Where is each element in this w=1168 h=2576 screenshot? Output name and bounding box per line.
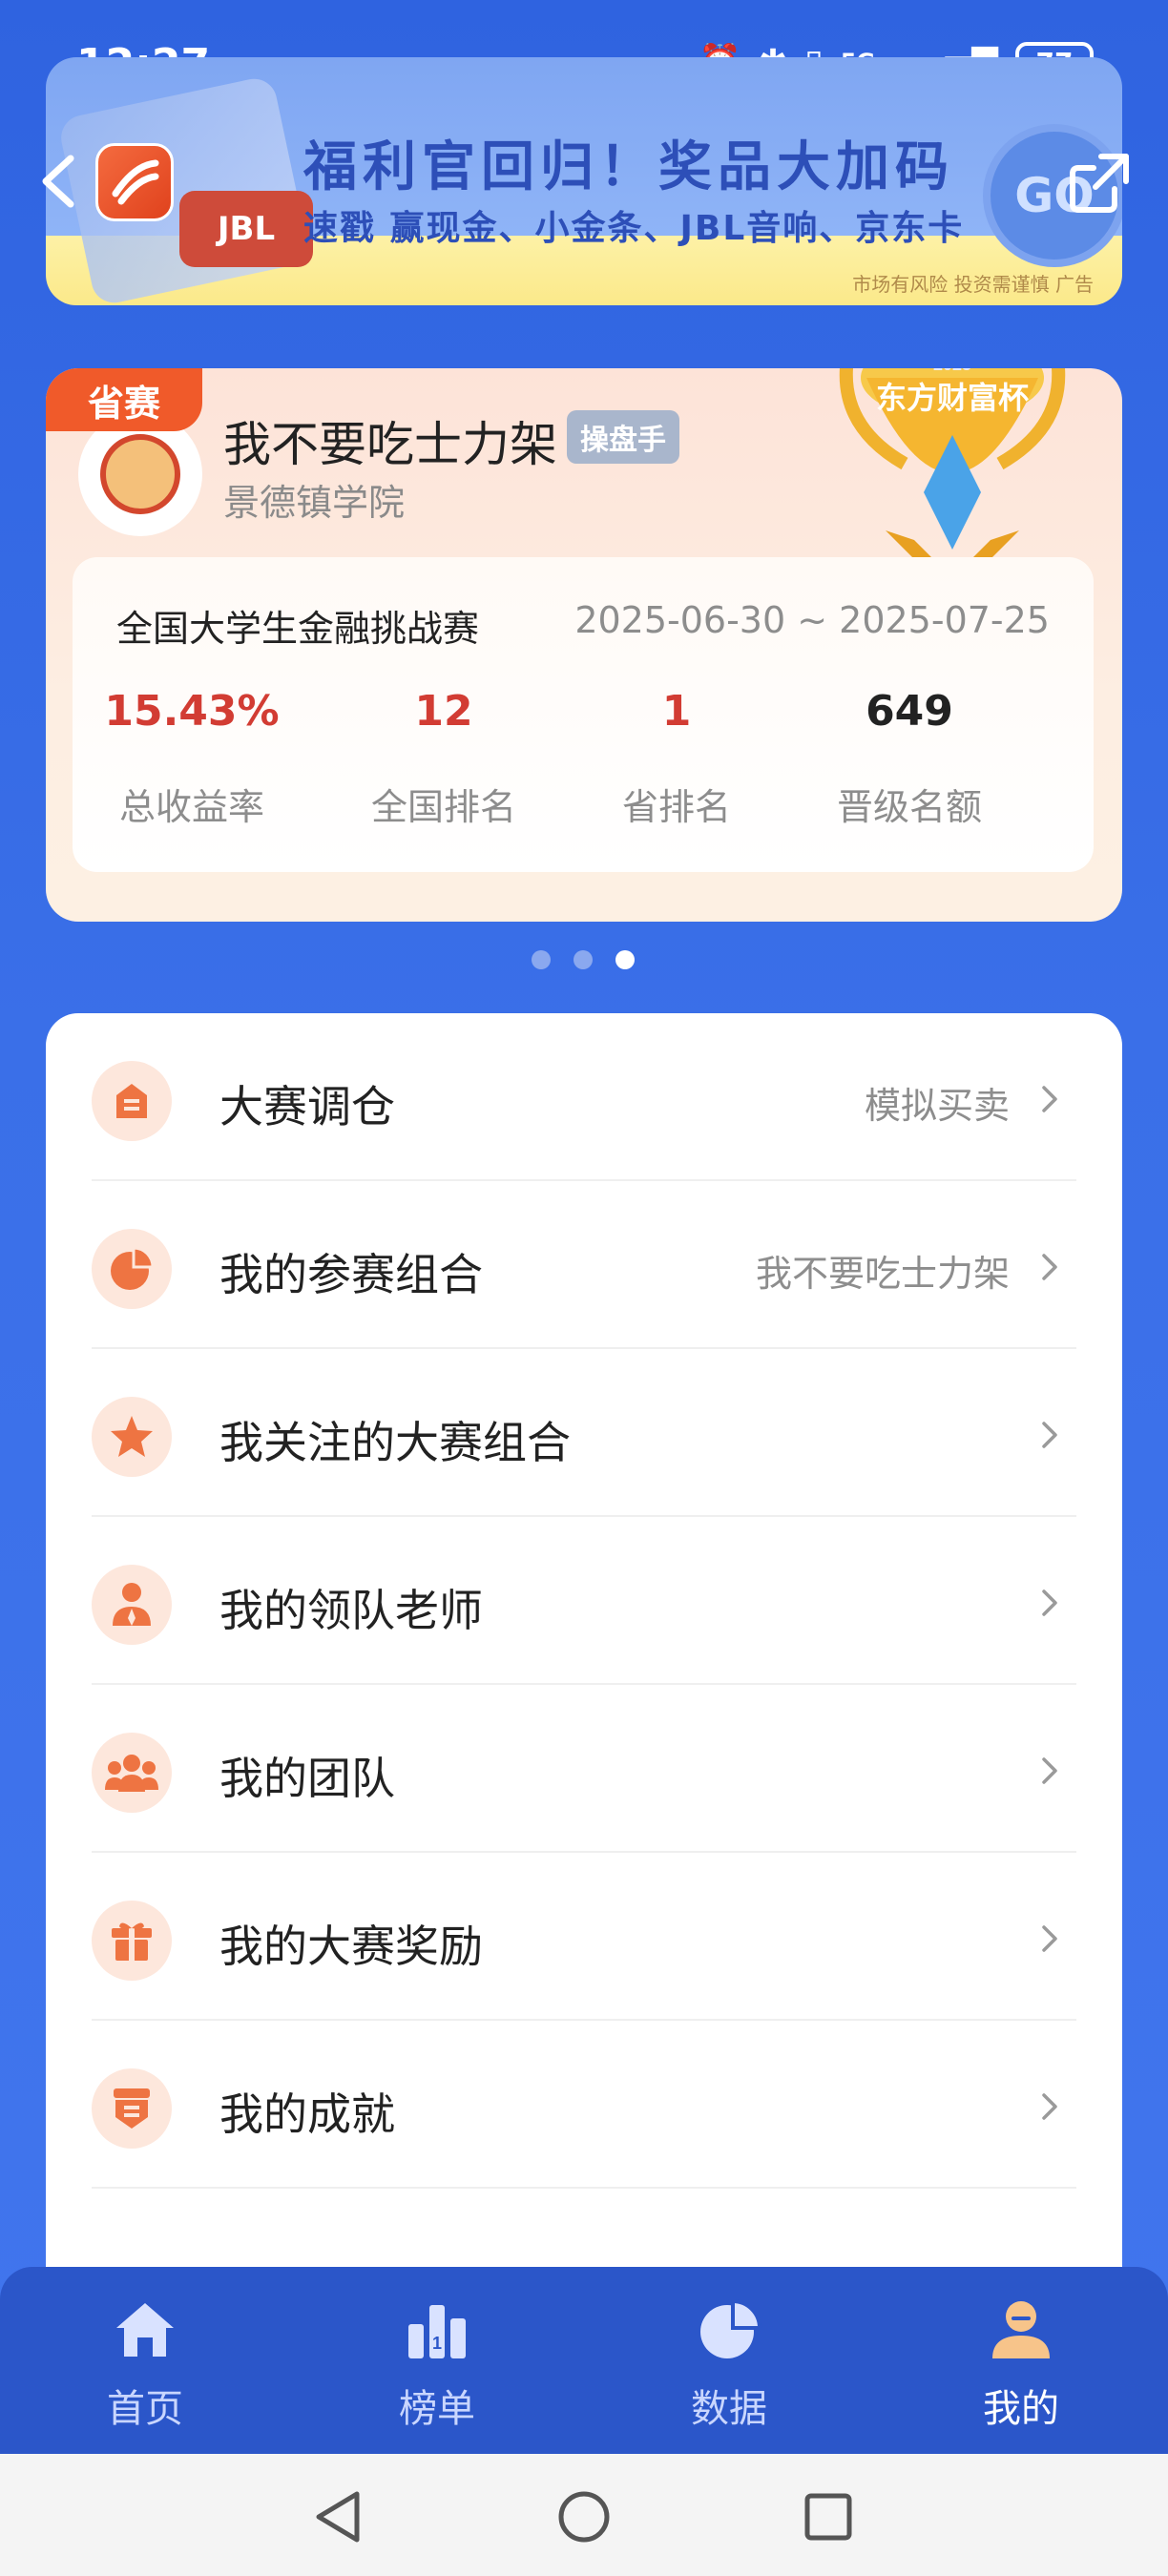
ranking-icon: 1 <box>408 2305 466 2358</box>
menu-label: 我的大赛奖励 <box>219 1921 483 1972</box>
menu-item-rewards[interactable]: 我的大赛奖励 <box>92 1853 1076 2021</box>
stat-national-rank: 12 全国排名 <box>324 687 563 830</box>
profile-icon <box>992 2301 1050 2358</box>
menu-list: 大赛调仓 模拟买卖 我的参赛组合 我不要吃士力架 我关注的大赛组合 我的领队老师… <box>46 1013 1122 2349</box>
data-icon <box>700 2298 762 2358</box>
carousel-dot-active[interactable] <box>615 950 635 969</box>
menu-label: 我的参赛组合 <box>219 1249 483 1300</box>
menu-item-team[interactable]: 我的团队 <box>92 1685 1076 1853</box>
trophy-text: 东方财富杯 <box>876 380 1029 416</box>
tab-ranking[interactable]: 1 榜单 <box>342 2296 532 2433</box>
competition-summary: 全国大学生金融挑战赛 2025-06-30 ~ 2025-07-25 15.43… <box>73 557 1094 872</box>
stat-label: 省排名 <box>621 786 731 828</box>
ad-banner[interactable]: JBL 福利官回归！奖品大加码 速戳 赢现金、小金条、JBL音响、京东卡 GO … <box>46 57 1122 305</box>
ad-brand-badge: JBL <box>179 191 313 267</box>
tab-label: 我的 <box>983 2387 1059 2431</box>
chevron-right-icon <box>1042 1422 1057 1448</box>
competition-title: 全国大学生金融挑战赛 <box>116 608 480 650</box>
stat-label: 全国排名 <box>370 786 516 828</box>
team-icon <box>92 1733 172 1813</box>
school-name: 景德镇学院 <box>223 482 406 524</box>
avatar-image <box>100 434 180 514</box>
home-circle-icon[interactable] <box>555 2488 613 2545</box>
menu-item-portfolio[interactable]: 我的参赛组合 我不要吃士力架 <box>92 1181 1076 1349</box>
ad-disclaimer: 市场有风险 投资需谨慎 广告 <box>852 273 1094 296</box>
menu-label: 我的团队 <box>219 1753 395 1804</box>
teacher-icon <box>92 1565 172 1645</box>
app-logo <box>95 143 174 221</box>
bottom-tab-bar: 首页 1 榜单 数据 我的 <box>0 2267 1168 2454</box>
stat-value: 12 <box>414 687 473 736</box>
chevron-right-icon <box>1042 1589 1057 1616</box>
home-icon <box>116 2303 174 2357</box>
medal-icon <box>92 2068 172 2149</box>
user-name: 我不要吃士力架 <box>223 417 557 472</box>
competition-card[interactable]: 省赛 我不要吃士力架 操盘手 景德镇学院 2025 东方财富杯 全国大学生金融挑… <box>46 368 1122 922</box>
level-tag: 省赛 <box>46 368 202 431</box>
role-badge: 操盘手 <box>567 410 679 464</box>
menu-item-teacher[interactable]: 我的领队老师 <box>92 1517 1076 1685</box>
logo-icon <box>112 159 159 205</box>
menu-value: 模拟买卖 <box>864 1085 1010 1127</box>
stat-quota: 649 晋级名额 <box>790 687 1029 830</box>
carousel-indicator <box>532 950 635 969</box>
tab-label: 首页 <box>107 2387 183 2431</box>
tab-label: 数据 <box>691 2387 767 2431</box>
stat-label: 晋级名额 <box>836 786 982 828</box>
chevron-right-icon <box>1042 1086 1057 1112</box>
system-navigation-bar <box>0 2454 1168 2576</box>
tab-data[interactable]: 数据 <box>634 2296 824 2433</box>
competition-date: 2025-06-30 ~ 2025-07-25 <box>574 599 1050 641</box>
tab-home[interactable]: 首页 <box>50 2296 240 2433</box>
ad-title: 福利官回归！奖品大加码 <box>303 136 954 198</box>
pie-icon <box>92 1229 172 1309</box>
carousel-dot[interactable] <box>574 950 593 969</box>
stat-value: 649 <box>866 687 953 736</box>
stat-value: 1 <box>661 687 692 736</box>
menu-item-achievements[interactable]: 我的成就 <box>92 2021 1076 2189</box>
carousel-dot[interactable] <box>532 950 551 969</box>
chevron-left-icon <box>42 155 74 208</box>
share-icon <box>1070 154 1129 213</box>
chevron-right-icon <box>1042 1254 1057 1280</box>
menu-label: 我的领队老师 <box>219 1585 483 1636</box>
chevron-right-icon <box>1042 1757 1057 1784</box>
back-button[interactable] <box>36 153 82 210</box>
stat-province-rank: 1 省排名 <box>557 687 796 830</box>
ad-subtitle: 速戳 赢现金、小金条、JBL音响、京东卡 <box>303 209 965 248</box>
menu-item-following[interactable]: 我关注的大赛组合 <box>92 1349 1076 1517</box>
svg-text:1: 1 <box>432 2334 442 2353</box>
recents-square-icon[interactable] <box>802 2490 855 2544</box>
trade-icon <box>92 1061 172 1141</box>
menu-label: 大赛调仓 <box>219 1081 395 1132</box>
star-icon <box>92 1397 172 1477</box>
menu-label: 我的成就 <box>219 2088 395 2140</box>
stat-total-return: 15.43% 总收益率 <box>73 687 311 830</box>
gift-icon <box>92 1901 172 1981</box>
tab-label: 榜单 <box>399 2387 475 2431</box>
menu-item-trade[interactable]: 大赛调仓 模拟买卖 <box>92 1013 1076 1181</box>
back-triangle-icon[interactable] <box>311 2488 365 2545</box>
trophy-year: 2025 <box>933 368 971 374</box>
share-button[interactable] <box>1067 151 1132 216</box>
tab-profile[interactable]: 我的 <box>926 2296 1116 2433</box>
stat-value: 15.43% <box>104 687 280 736</box>
menu-value: 我不要吃士力架 <box>755 1253 1010 1295</box>
menu-label: 我关注的大赛组合 <box>219 1417 571 1468</box>
chevron-right-icon <box>1042 2093 1057 2120</box>
chevron-right-icon <box>1042 1925 1057 1952</box>
stat-label: 总收益率 <box>118 786 264 828</box>
